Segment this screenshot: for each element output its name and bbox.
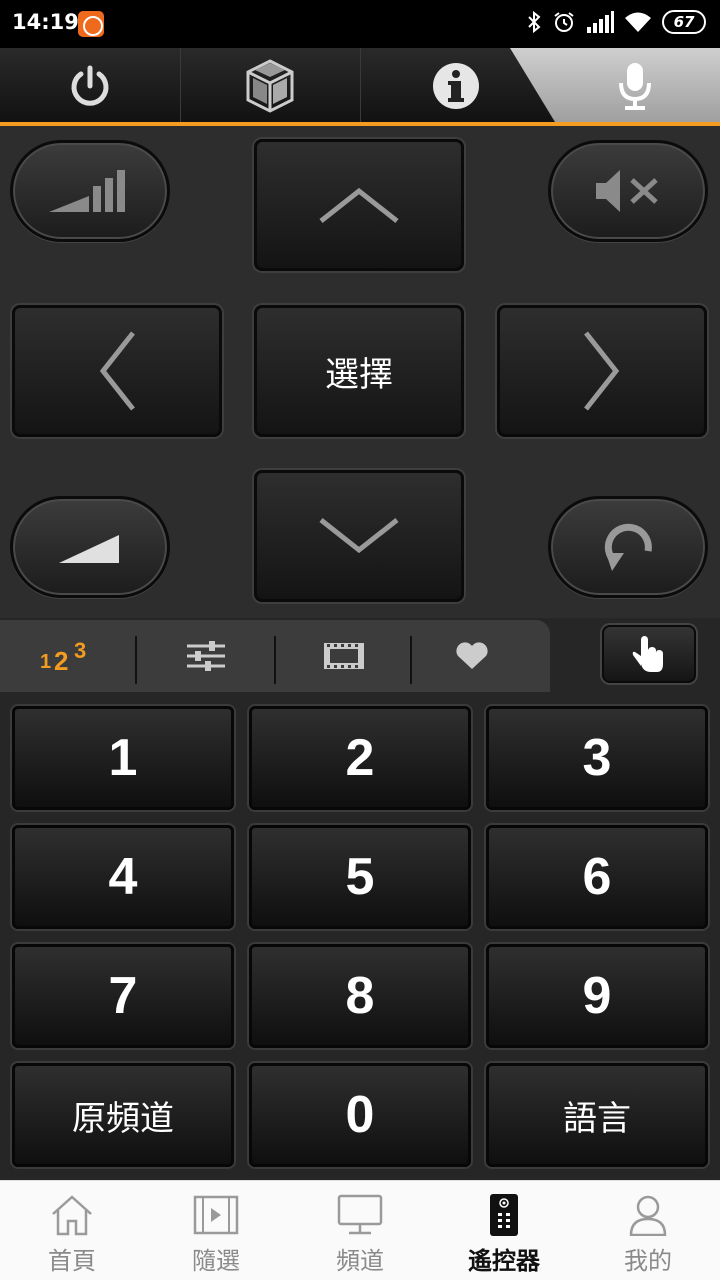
user-icon bbox=[629, 1195, 667, 1236]
language-button[interactable]: 語言 bbox=[486, 1063, 708, 1167]
nav-home-label: 首頁 bbox=[48, 1247, 96, 1275]
touchpad-button[interactable] bbox=[602, 625, 696, 683]
mute-icon bbox=[596, 170, 658, 212]
remote-app: 14:19 67 選擇 1 2 3 1 2 3 4 5 6 7 8 9 原頻道 … bbox=[0, 0, 720, 1280]
key-2[interactable]: 2 bbox=[249, 706, 471, 810]
power-button[interactable] bbox=[0, 48, 180, 124]
key-4[interactable]: 4 bbox=[12, 825, 234, 929]
toolbar-divider bbox=[360, 48, 361, 124]
previous-channel-button[interactable]: 原頻道 bbox=[12, 1063, 234, 1167]
up-button[interactable] bbox=[254, 139, 464, 271]
mic-icon bbox=[619, 63, 651, 110]
return-icon bbox=[604, 523, 652, 571]
tab-favorites[interactable] bbox=[412, 620, 532, 692]
signal-icon bbox=[587, 11, 614, 33]
video-icon bbox=[193, 1195, 239, 1235]
chevron-up-icon bbox=[319, 187, 399, 223]
key-1[interactable]: 1 bbox=[12, 706, 234, 810]
tab-strip: 1 2 3 bbox=[0, 620, 550, 692]
info-icon bbox=[433, 63, 479, 109]
tv-icon bbox=[337, 1194, 383, 1235]
tab-media[interactable] bbox=[276, 620, 412, 692]
key-8[interactable]: 8 bbox=[249, 944, 471, 1048]
select-button[interactable]: 選擇 bbox=[254, 305, 464, 437]
key-5[interactable]: 5 bbox=[249, 825, 471, 929]
right-button[interactable] bbox=[497, 305, 707, 437]
nav-vod[interactable]: 隨選 bbox=[144, 1181, 288, 1280]
mi-app-icon bbox=[78, 11, 104, 37]
volume-up-icon bbox=[49, 170, 125, 212]
numeric-keypad: 1 2 3 4 5 6 7 8 9 原頻道 0 語言 bbox=[0, 692, 720, 1180]
wifi-icon bbox=[625, 12, 651, 32]
bottom-navigation: 首頁 隨選 頻道 遙控器 我的 bbox=[0, 1180, 720, 1280]
back-button[interactable] bbox=[548, 496, 708, 598]
tab-divider bbox=[135, 636, 137, 684]
mute-button[interactable] bbox=[548, 140, 708, 242]
key-7[interactable]: 7 bbox=[12, 944, 234, 1048]
status-bar: 14:19 67 bbox=[0, 0, 720, 48]
numbers-icon: 1 2 3 bbox=[40, 638, 86, 674]
bluetooth-icon bbox=[528, 10, 541, 34]
alarm-icon bbox=[554, 12, 574, 32]
volume-up-button[interactable] bbox=[10, 140, 170, 242]
svg-text:1: 1 bbox=[40, 651, 51, 673]
left-button[interactable] bbox=[12, 305, 222, 437]
down-button[interactable] bbox=[254, 470, 464, 602]
power-icon bbox=[71, 65, 109, 106]
chevron-right-icon bbox=[584, 331, 620, 411]
svg-text:3: 3 bbox=[74, 638, 86, 663]
nav-profile[interactable]: 我的 bbox=[576, 1181, 720, 1280]
navigation-panel: 選擇 bbox=[0, 126, 720, 618]
box-button[interactable] bbox=[180, 48, 360, 124]
nav-profile-label: 我的 bbox=[624, 1247, 672, 1275]
nav-vod-label: 隨選 bbox=[192, 1247, 240, 1275]
nav-home[interactable]: 首頁 bbox=[0, 1181, 144, 1280]
key-0[interactable]: 0 bbox=[249, 1063, 471, 1167]
mic-button[interactable] bbox=[545, 48, 720, 124]
chevron-down-icon bbox=[319, 518, 399, 554]
tab-numbers[interactable]: 1 2 3 bbox=[0, 620, 136, 692]
status-icons: 67 bbox=[526, 10, 706, 34]
chevron-left-icon bbox=[99, 331, 135, 411]
touch-icon bbox=[632, 636, 663, 672]
select-label: 選擇 bbox=[325, 354, 393, 395]
nav-channels[interactable]: 頻道 bbox=[288, 1181, 432, 1280]
remote-icon bbox=[490, 1194, 518, 1236]
top-toolbar bbox=[0, 48, 720, 124]
nav-remote-label: 遙控器 bbox=[468, 1247, 540, 1275]
film-icon bbox=[324, 643, 364, 669]
key-6[interactable]: 6 bbox=[486, 825, 708, 929]
nav-channels-label: 頻道 bbox=[336, 1247, 384, 1275]
battery-indicator: 67 bbox=[662, 10, 706, 34]
volume-down-button[interactable] bbox=[10, 496, 170, 598]
status-time: 14:19 bbox=[12, 10, 79, 34]
tab-settings[interactable] bbox=[138, 620, 274, 692]
svg-text:2: 2 bbox=[54, 646, 68, 674]
volume-down-icon bbox=[59, 535, 119, 563]
info-button[interactable] bbox=[366, 48, 546, 124]
sliders-icon bbox=[187, 641, 225, 671]
key-9[interactable]: 9 bbox=[486, 944, 708, 1048]
heart-icon bbox=[456, 642, 488, 669]
home-icon bbox=[52, 1195, 92, 1236]
cube-icon bbox=[246, 59, 294, 113]
key-3[interactable]: 3 bbox=[486, 706, 708, 810]
keypad-mode-tabs: 1 2 3 bbox=[0, 618, 720, 692]
nav-remote[interactable]: 遙控器 bbox=[432, 1181, 576, 1280]
